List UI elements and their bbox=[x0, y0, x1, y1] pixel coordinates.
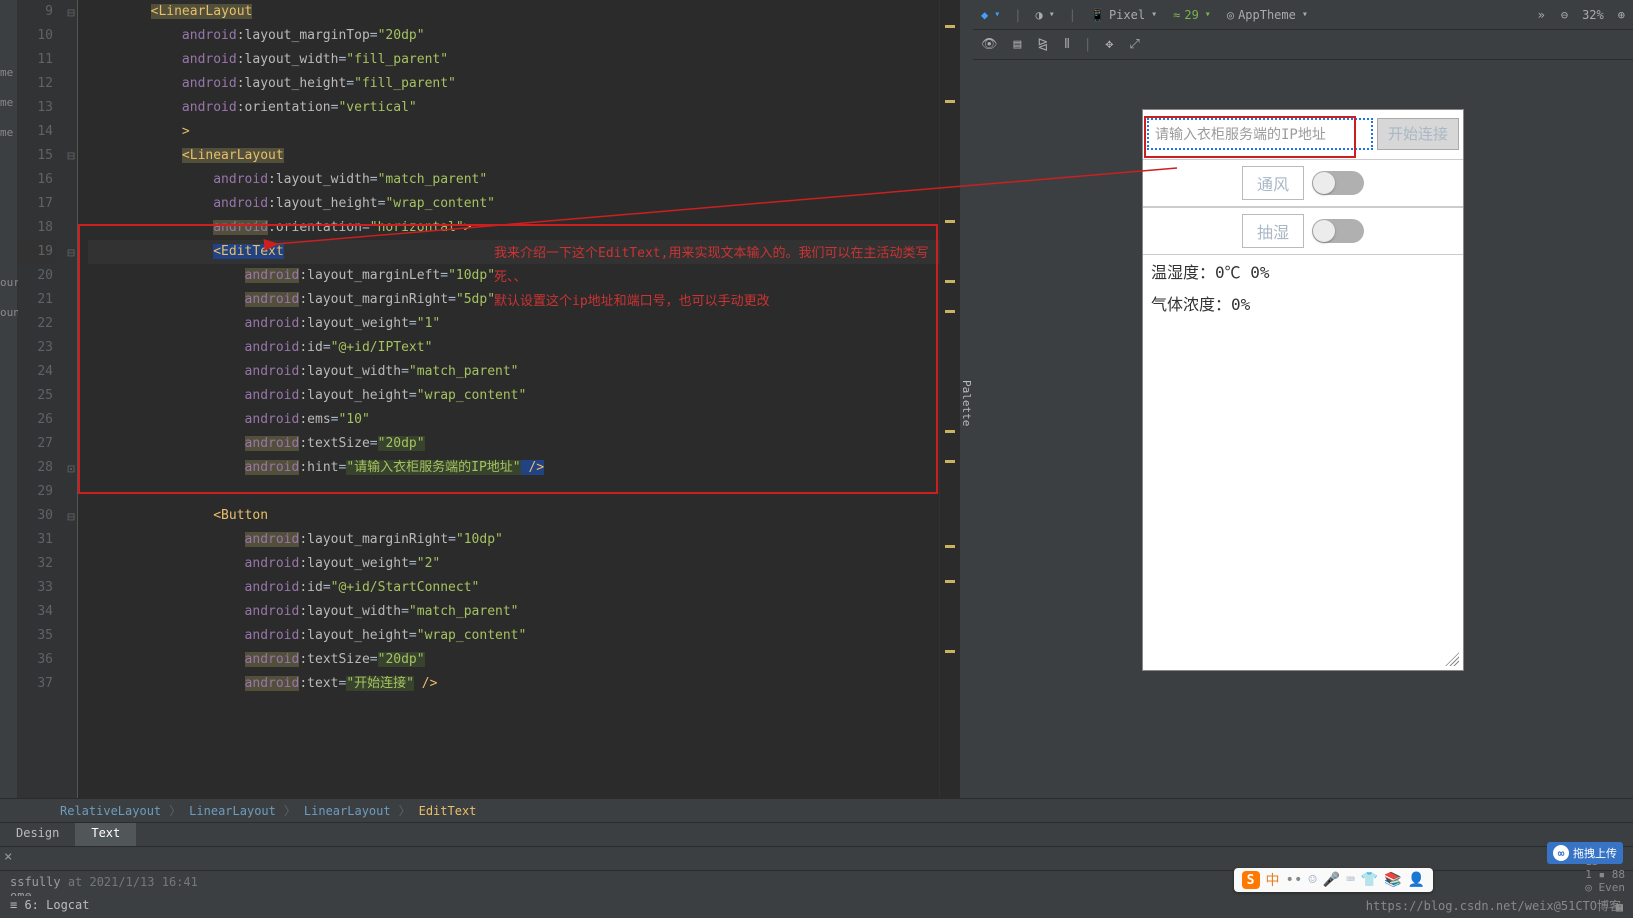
blueprint-icon[interactable]: ▤ bbox=[1012, 35, 1024, 54]
guides-icon[interactable]: ⫴ bbox=[1062, 35, 1071, 54]
sogou-logo-icon: S bbox=[1242, 871, 1260, 889]
layout-preview-pane: ◆ | ◑ | 📱 Pixel ≈ 29 ◎ AppTheme » ⊖ 32% … bbox=[973, 0, 1633, 798]
ime-toolbar[interactable]: S 中 •• ☺ 🎤 ⌨ 👕 📚 👤 bbox=[1234, 868, 1433, 892]
temp-text: 温湿度：0℃ 0% bbox=[1143, 255, 1463, 287]
logcat-tab[interactable]: ≡ 6: Logcat bbox=[4, 896, 95, 914]
upload-float-button[interactable]: ∞ 拖拽上传 bbox=[1547, 842, 1623, 864]
eye-icon[interactable]: 👁 bbox=[979, 35, 1000, 54]
watermark: https://blog.csdn.net/weix@51CTO博客 bbox=[1366, 897, 1621, 914]
tool-window-bar-left[interactable]: me me me our oun bbox=[0, 0, 18, 798]
device-dropdown[interactable]: 📱 Pixel bbox=[1088, 6, 1159, 24]
zoom-level: 32% bbox=[1582, 8, 1604, 22]
ip-edittext[interactable]: 请输入衣柜服务端的IP地址 bbox=[1147, 118, 1373, 150]
truncated-labels: me me me our oun bbox=[0, 58, 20, 328]
fold-icon[interactable]: ⊟ bbox=[67, 242, 75, 266]
editor-right-gutter[interactable] bbox=[939, 0, 959, 798]
magnet-icon[interactable]: ⧎ bbox=[1035, 35, 1050, 54]
pan-icon[interactable]: ✥ bbox=[1104, 35, 1116, 54]
link-icon: ∞ bbox=[1553, 845, 1569, 861]
layers-dropdown[interactable]: ◆ bbox=[979, 6, 1002, 24]
code-editor[interactable]: <LinearLayout android:layout_marginTop="… bbox=[78, 0, 939, 798]
theme-dropdown[interactable]: ◎ AppTheme bbox=[1225, 6, 1310, 24]
vent-toggle[interactable] bbox=[1312, 171, 1364, 195]
fold-icon[interactable]: ⊟ bbox=[67, 145, 75, 169]
preview-toolbar-1: ◆ | ◑ | 📱 Pixel ≈ 29 ◎ AppTheme » ⊖ 32% … bbox=[973, 0, 1633, 30]
humid-toggle[interactable] bbox=[1312, 219, 1364, 243]
line-gutter[interactable]: 9101112131415161718192021222324252627282… bbox=[18, 0, 78, 798]
palette-tab-vertical[interactable]: Palette bbox=[959, 0, 973, 798]
humid-label: 抽湿 bbox=[1242, 214, 1304, 248]
design-tabs: Design Text bbox=[0, 822, 1633, 846]
zoom-out-icon[interactable]: ⊖ bbox=[1559, 6, 1570, 24]
tab-design[interactable]: Design bbox=[0, 823, 75, 846]
tab-text[interactable]: Text bbox=[75, 823, 136, 846]
gas-text: 气体浓度：0% bbox=[1143, 287, 1463, 319]
build-status: ssfully bbox=[10, 875, 61, 889]
fold-icon[interactable]: ⊡ bbox=[67, 458, 75, 482]
breadcrumb-item[interactable]: LinearLayout bbox=[304, 804, 391, 818]
breadcrumb-item[interactable]: LinearLayout bbox=[189, 804, 276, 818]
breadcrumb-item[interactable]: EditText bbox=[419, 804, 477, 818]
expand-icon[interactable]: ⤢ bbox=[1127, 35, 1141, 54]
fold-icon[interactable]: ⊟ bbox=[67, 506, 75, 530]
device-preview[interactable]: 请输入衣柜服务端的IP地址 开始连接 通风 抽湿 温湿度：0℃ 0% 气体浓度：… bbox=[1143, 110, 1463, 670]
resize-handle-icon[interactable] bbox=[1445, 652, 1459, 666]
close-icon[interactable]: × bbox=[4, 849, 12, 865]
connect-button[interactable]: 开始连接 bbox=[1377, 118, 1459, 150]
breadcrumb-bar: RelativeLayout〉 LinearLayout〉 LinearLayo… bbox=[0, 798, 1633, 822]
annotation-text: 我来介绍一下这个EditText,用来实现文本输入的。我们可以在主活动类写死、、… bbox=[494, 242, 939, 314]
api-dropdown[interactable]: ≈ 29 bbox=[1171, 6, 1213, 24]
xml-tag: <LinearLayout bbox=[151, 4, 253, 19]
orientation-dropdown[interactable]: ◑ bbox=[1034, 6, 1057, 24]
breadcrumb-item[interactable]: RelativeLayout bbox=[60, 804, 161, 818]
more-icon[interactable]: » bbox=[1536, 6, 1547, 24]
zoom-in-icon[interactable]: ⊕ bbox=[1616, 6, 1627, 24]
preview-toolbar-2: 👁 ▤ ⧎ ⫴ | ✥ ⤢ bbox=[973, 30, 1633, 60]
vent-label: 通风 bbox=[1242, 166, 1304, 200]
fold-icon[interactable]: ⊟ bbox=[67, 2, 75, 26]
